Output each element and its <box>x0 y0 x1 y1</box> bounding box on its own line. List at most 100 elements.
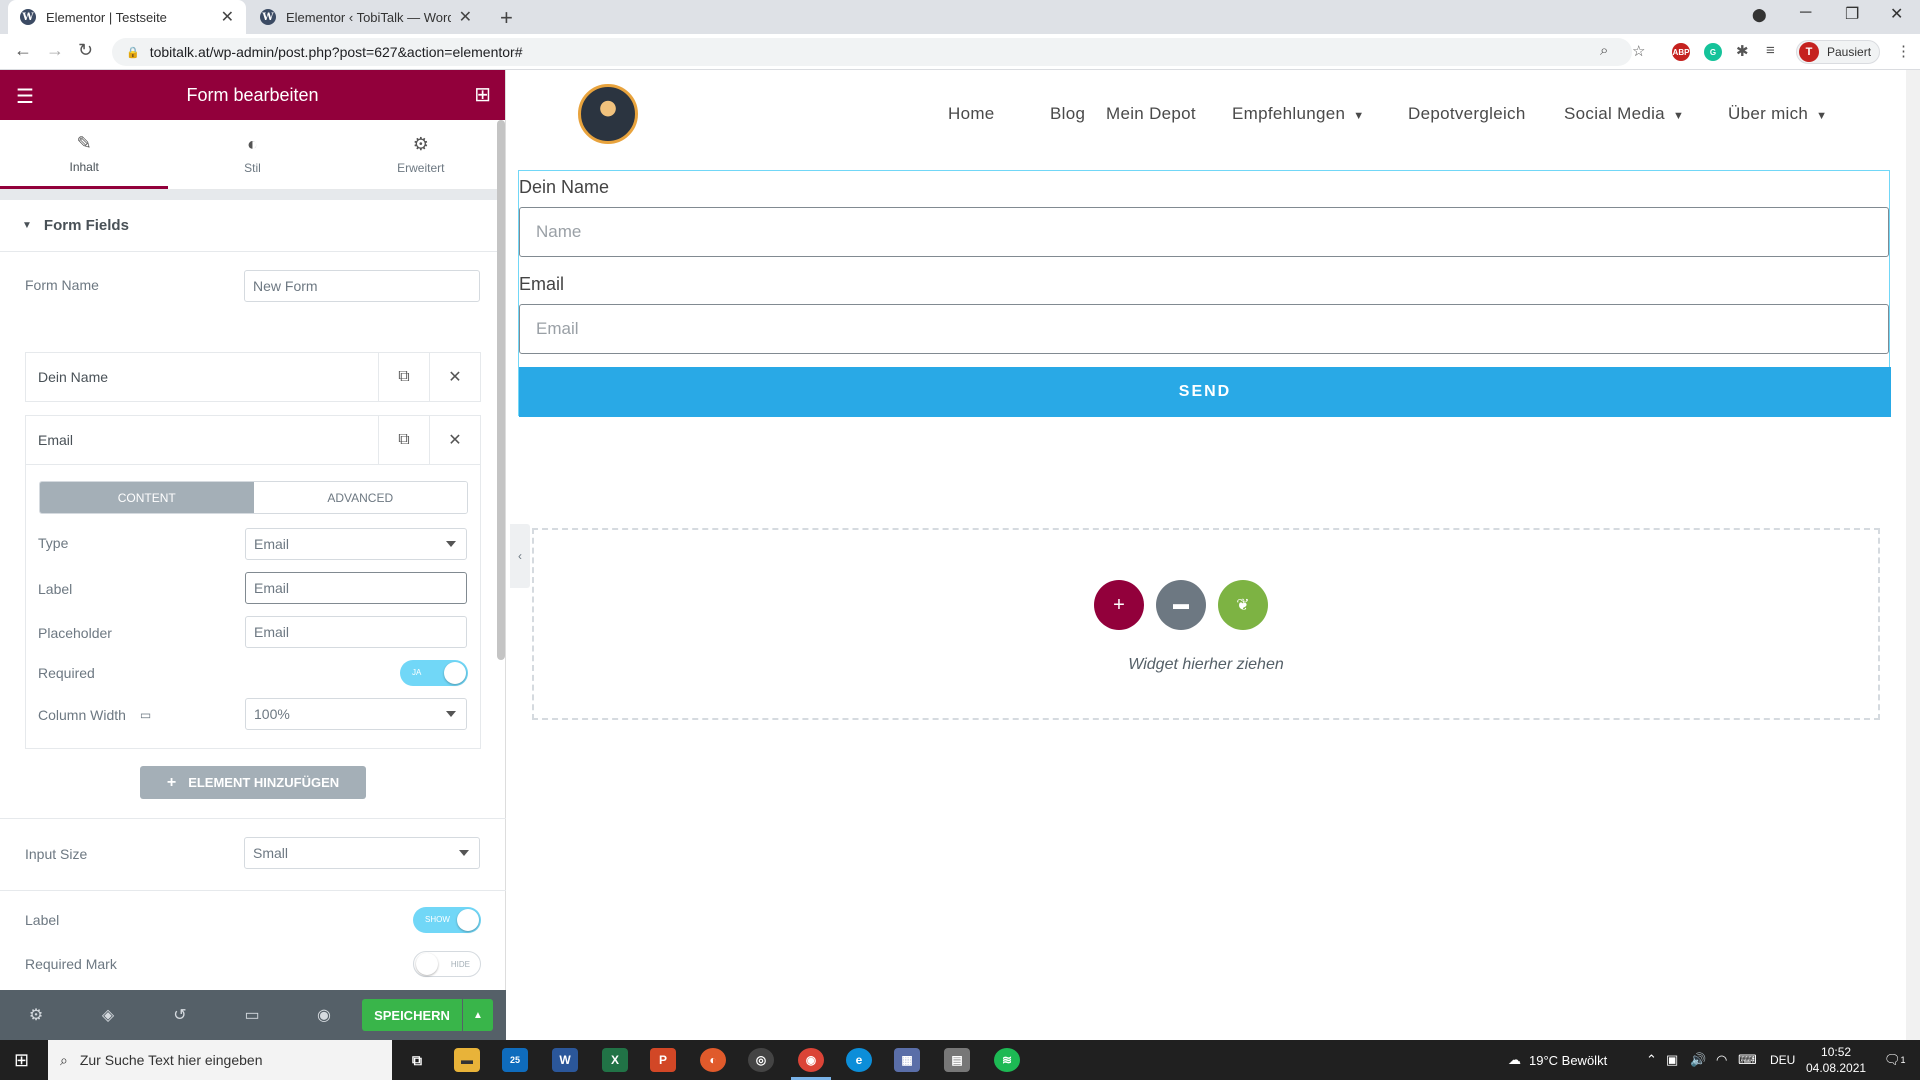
file-explorer-icon[interactable]: ▬ <box>454 1048 480 1072</box>
excel-icon[interactable]: X <box>602 1048 628 1072</box>
zoom-icon[interactable]: ⌕ <box>1600 42 1608 59</box>
settings-gear-icon[interactable]: ⚙ <box>0 1005 72 1025</box>
taskbar-search[interactable]: ⌕ Zur Suche Text hier eingeben <box>48 1040 392 1080</box>
add-section-button[interactable]: + <box>1094 580 1144 630</box>
webcam-icon[interactable]: ▣ <box>1666 1040 1678 1080</box>
navigator-layers-icon[interactable]: ◈ <box>72 1005 144 1025</box>
duplicate-icon[interactable]: ⧉ <box>378 416 429 464</box>
tray-expand-icon[interactable]: ⌃ <box>1646 1040 1657 1080</box>
close-icon[interactable]: ✕ <box>459 7 472 27</box>
browser-tab[interactable]: W Elementor ‹ TobiTalk — WordPre ✕ <box>248 0 484 34</box>
save-button[interactable]: Speichern <box>362 999 462 1031</box>
minimize-icon[interactable]: ─ <box>1800 4 1811 22</box>
desktop-icon[interactable]: ▭ <box>140 708 151 722</box>
form-widget[interactable]: Dein Name Name Email Email SEND <box>518 170 1891 417</box>
firefox-icon[interactable]: ◐ <box>700 1048 726 1072</box>
tab-stil[interactable]: ◐ Stil <box>168 120 336 189</box>
widget-drop-zone[interactable]: + ▬ ❦ Widget hierher ziehen <box>532 528 1880 720</box>
weather-widget[interactable]: ☁ 19°C Bewölkt <box>1508 1040 1607 1080</box>
window-close-icon[interactable]: ✕ <box>1890 4 1903 24</box>
form-name-input[interactable]: New Form <box>244 270 480 302</box>
keyboard-icon[interactable]: ⌨ <box>1738 1040 1757 1080</box>
toggle-knob <box>457 909 479 931</box>
name-input[interactable]: Name <box>519 207 1889 257</box>
address-bar[interactable]: 🔒 tobitalk.at/wp-admin/post.php?post=627… <box>112 38 1632 66</box>
tab-inhalt[interactable]: ✎ Inhalt <box>0 120 169 189</box>
panel-scrollbar[interactable] <box>497 120 505 660</box>
input-size-select[interactable]: Small <box>244 837 480 869</box>
close-icon[interactable]: ✕ <box>221 7 234 27</box>
powerpoint-icon[interactable]: P <box>650 1048 676 1072</box>
required-mark-toggle[interactable]: Hide <box>413 951 481 977</box>
browser-tab-active[interactable]: W Elementor | Testseite ✕ <box>8 0 246 34</box>
notepad-icon[interactable]: ▤ <box>944 1048 970 1072</box>
preview-scrollbar[interactable] <box>1906 70 1920 1040</box>
placeholder-input[interactable]: Email <box>245 616 467 648</box>
collapse-panel-icon[interactable]: ‹ <box>510 524 530 588</box>
nav-home[interactable]: Home <box>948 104 995 124</box>
leaf-addon-icon[interactable]: ❦ <box>1218 580 1268 630</box>
nav-depotvergleich[interactable]: Depotvergleich <box>1408 104 1526 124</box>
add-element-button[interactable]: + Element hinzufügen <box>140 766 366 799</box>
site-logo[interactable] <box>578 84 638 144</box>
obs-icon[interactable]: ◎ <box>748 1048 774 1072</box>
volume-icon[interactable]: 🔊 <box>1690 1040 1706 1080</box>
mail-icon[interactable]: 25 <box>502 1048 528 1072</box>
widgets-grid-icon[interactable]: ⊞ <box>474 82 491 107</box>
forward-icon[interactable]: → <box>46 40 64 61</box>
nav-blog[interactable]: Blog <box>1050 104 1085 124</box>
back-icon[interactable]: ← <box>14 40 32 61</box>
template-library-folder-icon[interactable]: ▬ <box>1156 580 1206 630</box>
word-icon[interactable]: W <box>552 1048 578 1072</box>
responsive-mode-icon[interactable]: ▭ <box>216 1005 288 1025</box>
language-indicator[interactable]: DEU <box>1770 1040 1795 1080</box>
close-icon[interactable]: ✕ <box>429 416 480 464</box>
close-icon[interactable]: ✕ <box>429 353 480 401</box>
task-view-icon[interactable]: ⧉ <box>404 1048 430 1072</box>
preview-eye-icon[interactable]: ◉ <box>288 1005 360 1025</box>
duplicate-icon[interactable]: ⧉ <box>378 353 429 401</box>
nav-mein-depot[interactable]: Mein Depot <box>1106 104 1196 124</box>
nav-empfehlungen[interactable]: Empfehlungen ▼ <box>1232 104 1364 124</box>
spotify-icon[interactable]: ≋ <box>994 1048 1020 1072</box>
repeater-item-dein-name[interactable]: Dein Name ⧉ ✕ <box>25 352 481 402</box>
new-tab-icon[interactable]: + <box>500 5 513 31</box>
windows-start-icon[interactable]: ⊞ <box>14 1050 29 1071</box>
email-input[interactable]: Email <box>519 304 1889 354</box>
save-options-caret-icon[interactable]: ▲ <box>463 999 493 1031</box>
tab-content[interactable]: Content <box>40 482 254 513</box>
media-control-icon[interactable]: ⬤ <box>1752 7 1767 23</box>
toggle-knob <box>416 953 438 975</box>
tab-label: Inhalt <box>69 159 99 174</box>
required-toggle[interactable]: Ja <box>400 660 468 686</box>
profile-button[interactable]: T Pausiert <box>1796 40 1880 64</box>
notifications-icon[interactable]: 🗨 1 <box>1884 1040 1906 1080</box>
bookmark-star-icon[interactable]: ☆ <box>1632 42 1645 60</box>
type-label: Type <box>38 535 69 551</box>
label-toggle[interactable]: Show <box>413 907 481 933</box>
reload-icon[interactable]: ↻ <box>78 40 93 61</box>
nav-social-media[interactable]: Social Media ▼ <box>1564 104 1684 124</box>
edge-icon[interactable]: e <box>846 1048 872 1072</box>
reading-list-icon[interactable]: ≡ <box>1766 42 1775 59</box>
extensions-icon[interactable]: ✱ <box>1736 42 1749 60</box>
system-clock[interactable]: 10:52 04.08.2021 <box>1806 1044 1866 1076</box>
column-width-select[interactable]: 100% <box>245 698 467 730</box>
tab-erweitert[interactable]: ⚙ Erweitert <box>337 120 505 189</box>
type-select[interactable]: Email <box>245 528 467 560</box>
wifi-icon[interactable]: ◠ <box>1716 1040 1727 1080</box>
hamburger-menu-icon[interactable]: ☰ <box>16 84 34 109</box>
history-icon[interactable]: ↺ <box>144 1005 216 1025</box>
restore-icon[interactable]: ❐ <box>1845 4 1859 24</box>
repeater-item-email[interactable]: Email ⧉ ✕ <box>25 415 481 465</box>
send-button[interactable]: SEND <box>519 367 1891 417</box>
section-form-fields[interactable]: ▼ Form Fields <box>0 200 505 252</box>
tab-advanced[interactable]: Advanced <box>253 482 467 513</box>
grammarly-icon[interactable]: G <box>1704 43 1722 61</box>
label-input[interactable]: Email <box>245 572 467 604</box>
nav-ueber-mich[interactable]: Über mich ▼ <box>1728 104 1827 124</box>
adblock-icon[interactable]: ABP <box>1672 43 1690 61</box>
menu-dots-icon[interactable]: ⋮ <box>1896 42 1911 60</box>
chrome-icon[interactable]: ◉ <box>798 1048 824 1072</box>
app-window-icon[interactable]: ▦ <box>894 1048 920 1072</box>
